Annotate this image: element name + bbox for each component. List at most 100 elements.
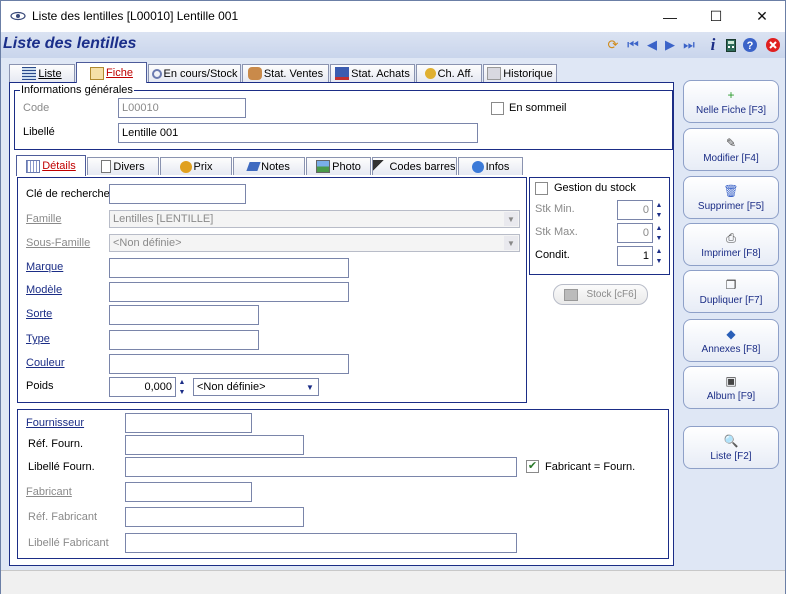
chevron-down-icon: ▼ [504, 236, 518, 250]
couleur-label[interactable]: Couleur [26, 357, 65, 369]
couleur-field[interactable] [109, 354, 349, 374]
tab-historique[interactable]: Historique [483, 64, 557, 82]
stk-min-spinner[interactable]: ▲ ▼ [654, 200, 664, 221]
fabricant-label[interactable]: Fabricant [26, 486, 72, 498]
tab-notes[interactable]: Notes [233, 157, 305, 175]
famille-select[interactable]: Lentilles [LENTILLE] ▼ [109, 210, 520, 228]
detail-tabs: Détails Divers Prix Notes Photo Codes ba… [16, 155, 536, 177]
cle-label: Clé de recherche [26, 188, 110, 200]
app-window: Liste des lentilles [L00010] Lentille 00… [0, 0, 786, 594]
annexes-button[interactable]: ◆ Annexes [F8] [683, 319, 779, 362]
poids-spinner[interactable]: ▲ ▼ [177, 377, 187, 398]
sous-famille-select[interactable]: <Non définie> ▼ [109, 234, 520, 252]
first-record-icon[interactable]: ⏮ [625, 37, 641, 53]
stk-max-field[interactable] [617, 223, 653, 243]
libelle-fourn-field[interactable] [125, 457, 517, 477]
info-icon[interactable]: i [705, 36, 721, 53]
fabricant-eq-fourn-label: Fabricant = Fourn. [545, 461, 636, 473]
modifier-button[interactable]: ✎ Modifier [F4] [683, 128, 779, 171]
stk-max-spinner[interactable]: ▲ ▼ [654, 223, 664, 244]
cle-field[interactable] [109, 184, 246, 204]
spin-up-icon[interactable]: ▲ [177, 377, 187, 387]
spin-down-icon[interactable]: ▼ [654, 256, 664, 266]
marque-label[interactable]: Marque [26, 261, 63, 273]
libelle-fabricant-field[interactable] [125, 533, 517, 553]
tab-stat-ventes[interactable]: Stat. Ventes [242, 64, 329, 82]
tab-prix[interactable]: Prix [160, 157, 232, 175]
minimize-button[interactable]: — [647, 1, 693, 32]
ref-fabricant-field[interactable] [125, 507, 304, 527]
page-title: Liste des lentilles [3, 35, 137, 52]
tab-liste[interactable]: Liste [9, 64, 75, 82]
condit-spinner[interactable]: ▲ ▼ [654, 246, 664, 267]
tab-photo[interactable]: Photo [306, 157, 371, 175]
tab-stat-achats[interactable]: Stat. Achats [330, 64, 415, 82]
sommeil-checkbox[interactable] [491, 102, 504, 115]
modele-field[interactable] [109, 282, 349, 302]
tab-divers[interactable]: Divers [87, 157, 159, 175]
spin-down-icon[interactable]: ▼ [177, 387, 187, 397]
dupliquer-button[interactable]: ❐ Dupliquer [F7] [683, 270, 779, 313]
poids-unit-select[interactable]: <Non définie> ▼ [193, 378, 319, 396]
help-icon[interactable]: ? [742, 37, 758, 53]
tab-details[interactable]: Détails [16, 155, 86, 176]
gestion-stock-checkbox[interactable] [535, 182, 548, 195]
album-icon: ▣ [725, 373, 737, 388]
general-info-group: Informations générales Code En sommeil L… [14, 84, 673, 150]
liste-button[interactable]: 🔍 Liste [F2] [683, 426, 779, 469]
magnifier-icon [151, 68, 162, 79]
svg-text:?: ? [747, 40, 754, 52]
barcode-scanner-icon [373, 160, 388, 173]
modele-label[interactable]: Modèle [26, 284, 62, 296]
sous-famille-label[interactable]: Sous-Famille [26, 237, 90, 249]
spin-down-icon[interactable]: ▼ [654, 210, 664, 220]
details-group: Clé de recherche Famille Lentilles [LENT… [17, 177, 527, 403]
spin-down-icon[interactable]: ▼ [654, 233, 664, 243]
stock-button[interactable]: Stock [cF6] [553, 284, 648, 305]
spin-up-icon[interactable]: ▲ [654, 223, 664, 233]
spin-up-icon[interactable]: ▲ [654, 246, 664, 256]
fiche-panel: Informations générales Code En sommeil L… [9, 82, 674, 566]
tab-en-cours-stock[interactable]: En cours/Stock [148, 64, 241, 82]
spin-up-icon[interactable]: ▲ [654, 200, 664, 210]
poids-field[interactable] [109, 377, 176, 397]
sorte-label[interactable]: Sorte [26, 308, 52, 320]
calculator-icon[interactable] [723, 37, 739, 53]
last-record-icon[interactable]: ⏭ [681, 37, 697, 53]
next-record-icon[interactable]: ▶ [662, 37, 678, 53]
sorte-field[interactable] [109, 305, 259, 325]
chevron-down-icon: ▼ [303, 380, 317, 394]
close-record-icon[interactable] [765, 37, 781, 53]
duplicate-icon: ❐ [725, 277, 737, 292]
tab-ch-aff[interactable]: Ch. Aff. [416, 64, 482, 82]
fabricant-field[interactable] [125, 482, 252, 502]
marque-field[interactable] [109, 258, 349, 278]
code-field[interactable] [118, 98, 246, 118]
famille-label[interactable]: Famille [26, 213, 61, 225]
libelle-field[interactable] [118, 123, 478, 143]
tab-codes-barres[interactable]: Codes barres [372, 157, 457, 175]
type-field[interactable] [109, 330, 259, 350]
supplier-group: Fournisseur Réf. Fourn. Libellé Fourn. ✔… [17, 409, 669, 559]
fournisseur-label[interactable]: Fournisseur [26, 417, 84, 429]
previous-record-icon[interactable]: ◀ [644, 37, 660, 53]
imprimer-button[interactable]: ⎙ Imprimer [F8] [683, 223, 779, 266]
ref-fourn-field[interactable] [125, 435, 304, 455]
supprimer-button[interactable]: 🗑 Supprimer [F5] [683, 176, 779, 219]
stk-min-field[interactable] [617, 200, 653, 220]
tab-infos[interactable]: Infos [458, 157, 523, 175]
fournisseur-field[interactable] [125, 413, 252, 433]
maximize-button[interactable]: ☐ [693, 1, 739, 32]
refresh-icon[interactable]: ⟳ [605, 37, 621, 53]
type-label[interactable]: Type [26, 333, 50, 345]
close-window-button[interactable]: ✕ [739, 1, 785, 32]
page-header: Liste des lentilles ⟳ ⏮ ◀ ▶ ⏭ i ? [1, 32, 785, 58]
condit-field[interactable] [617, 246, 653, 266]
fabricant-eq-fourn-checkbox[interactable]: ✔ [526, 460, 539, 473]
new-fiche-button[interactable]: + Nelle Fiche [F3] [683, 80, 779, 123]
search-list-icon: 🔍 [723, 433, 739, 448]
attachment-icon: ◆ [726, 326, 736, 341]
sommeil-label: En sommeil [509, 102, 567, 114]
album-button[interactable]: ▣ Album [F9] [683, 366, 779, 409]
tab-fiche[interactable]: Fiche [76, 62, 147, 83]
